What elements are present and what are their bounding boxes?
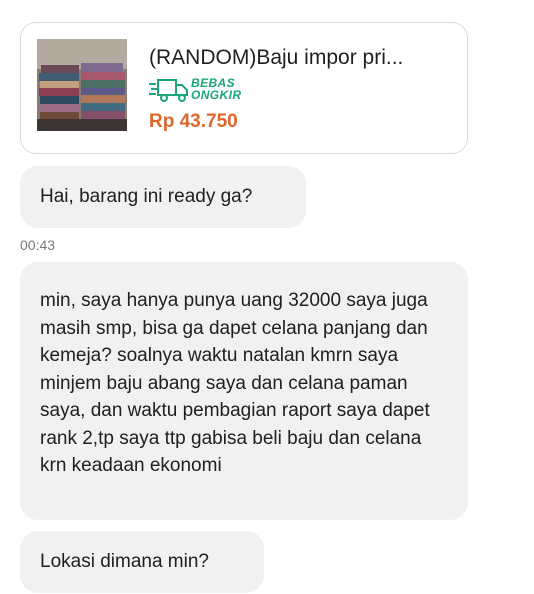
chat-message: Hai, barang ini ready ga? bbox=[20, 166, 306, 228]
chat-message: min, saya hanya punya uang 32000 saya ju… bbox=[20, 262, 468, 520]
message-timestamp: 00:43 bbox=[20, 237, 56, 253]
chat-message-text: Lokasi dimana min? bbox=[40, 551, 209, 572]
product-card[interactable]: (RANDOM)Baju impor pri... BEBAS ONGKIR R… bbox=[20, 22, 468, 154]
delivery-truck-icon bbox=[149, 79, 188, 102]
free-shipping-badge: BEBAS ONGKIR bbox=[149, 75, 269, 105]
free-shipping-label-bottom: ONGKIR bbox=[191, 88, 242, 102]
clothes-pile-image bbox=[37, 39, 127, 131]
product-title[interactable]: (RANDOM)Baju impor pri... bbox=[149, 45, 454, 71]
chat-message: Lokasi dimana min? bbox=[20, 531, 264, 593]
chat-message-text: Hai, barang ini ready ga? bbox=[40, 186, 253, 207]
product-price: Rp 43.750 bbox=[149, 111, 238, 132]
chat-message-text: min, saya hanya punya uang 32000 saya ju… bbox=[40, 290, 430, 476]
product-thumbnail bbox=[37, 39, 127, 131]
